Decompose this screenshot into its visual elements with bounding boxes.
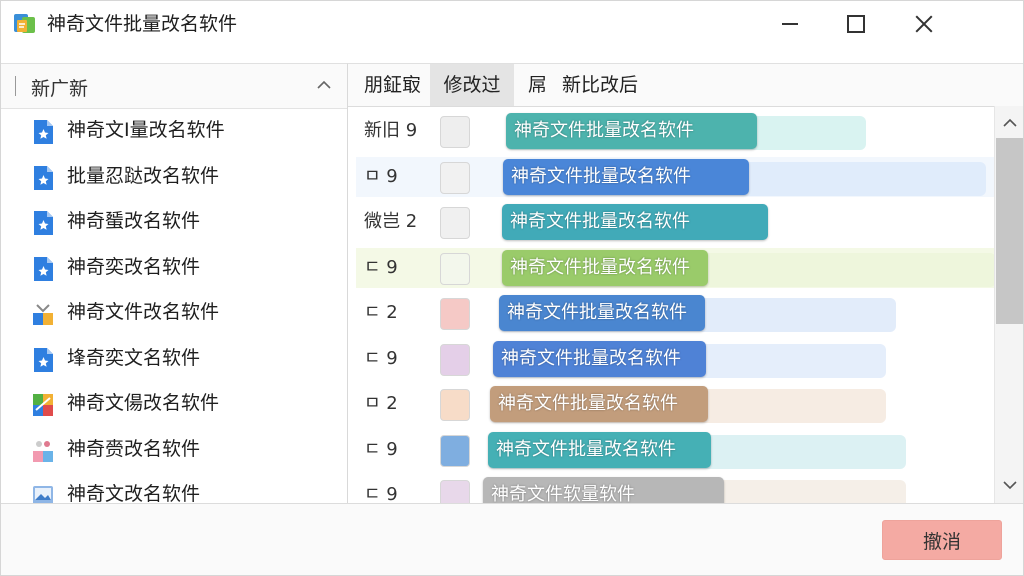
cancel-button[interactable]: 撤消 — [882, 520, 1002, 560]
scroll-down-icon[interactable] — [1001, 478, 1019, 492]
tree-item[interactable]: 神奇文改名软件 — [1, 473, 347, 504]
new-name-pill[interactable]: 神奇文件软量软件 — [483, 477, 724, 503]
rename-row[interactable]: ㄷ 9 神奇文件批量改名软件 — [356, 247, 994, 288]
tree-item-label: 神奇蜑改名软件 — [67, 210, 201, 232]
row-meta: ㄷ 9 — [364, 484, 398, 503]
tree-item-label: 神奇文偒改名软件 — [67, 392, 220, 414]
row-meta: ㄷ 2 — [364, 302, 398, 323]
tree-item[interactable]: 神奇文件改名软件 — [1, 291, 347, 337]
row-meta: ㅁ 2 — [364, 393, 398, 414]
minimize-button[interactable] — [757, 1, 823, 47]
header-divider — [15, 76, 16, 96]
new-name-pill[interactable]: 神奇文件批量改名软件 — [499, 295, 705, 331]
file-thumbnail-icon — [440, 298, 470, 330]
file-thumbnail-icon — [440, 161, 470, 194]
title-bar[interactable]: 神奇文件批量改名软件 — [1, 1, 1023, 47]
pink-blue-file-icon — [31, 438, 55, 464]
tree-list: 神奇文I量改名软件 批量忍跶改名软件 神奇蜑改名软件 神奇奕改名软件 神奇文件改名软件埄… — [1, 109, 347, 504]
new-name-pill[interactable]: 神奇文件批量改名软件 — [503, 158, 749, 195]
file-thumbnail-icon — [440, 480, 470, 503]
minimize-icon — [782, 23, 798, 25]
rename-row[interactable]: 新旧 9 神奇文件批量改名软件 — [356, 111, 994, 151]
tree-item-label: 神奇赍改名软件 — [67, 437, 201, 460]
close-icon — [915, 15, 933, 33]
tree-item[interactable]: 埄奇奕文名软件 — [1, 337, 347, 383]
column-modified[interactable]: 修改过 — [430, 64, 514, 106]
scroll-up-icon[interactable] — [1001, 116, 1019, 130]
file-thumbnail-icon — [440, 207, 470, 239]
tree-item[interactable]: 神奇文I量改名软件 — [1, 109, 347, 155]
file-thumbnail-icon — [440, 116, 470, 148]
tree-item[interactable]: 神奇赍改名软件 — [1, 428, 347, 474]
column-header-bar: 朋鉦㝡 修改过 屌 新比改后 — [348, 63, 1023, 107]
row-meta: ㄷ 9 — [364, 256, 398, 278]
rename-row[interactable]: ㄷ 9 神奇文件软量软件 — [356, 475, 994, 503]
vertical-scrollbar[interactable] — [994, 106, 1023, 503]
tree-item-label: 神奇文件改名软件 — [67, 301, 220, 323]
blue-file-icon — [31, 119, 55, 145]
tree-item-label: 神奇文I量改名软件 — [67, 119, 225, 141]
image-file-icon — [31, 483, 55, 504]
column-after-rename[interactable]: 新比改后 — [562, 64, 682, 106]
blue-file-icon — [31, 165, 55, 191]
blue-file-icon — [31, 256, 55, 282]
chevron-up-icon[interactable] — [315, 78, 333, 92]
row-meta: ㄷ 9 — [364, 438, 398, 460]
footer-bar: 撤消 — [1, 503, 1023, 575]
file-thumbnail-icon — [440, 252, 470, 285]
scroll-thumb[interactable] — [996, 138, 1023, 324]
maximize-icon — [847, 15, 865, 33]
tree-header[interactable]: 新广新 — [1, 64, 347, 109]
rename-row[interactable]: ㄷ 9 神奇文件批量改名软件 — [356, 429, 994, 470]
rename-row[interactable]: ㄷ 9 神奇文件批量改名软件 — [356, 338, 994, 379]
rename-row[interactable]: ㄷ 2 神奇文件批量改名软件 — [356, 293, 994, 333]
multicolor-file-icon — [31, 301, 55, 327]
tree-item[interactable]: 神奇奕改名软件 — [1, 246, 347, 292]
file-thumbnail-icon — [440, 343, 470, 376]
new-name-pill[interactable]: 神奇文件批量改名软件 — [488, 431, 711, 468]
new-name-pill[interactable]: 神奇文件批量改名软件 — [502, 204, 768, 240]
app-window: 神奇文件批量改名软件 新广新 神奇文I量改名软件 批量忍跶改名软件 神奇蜑改名软件神… — [0, 0, 1024, 576]
new-name-pill[interactable]: 神奇文件批量改名软件 — [493, 340, 706, 377]
tree-item-label: 神奇奕改名软件 — [67, 255, 201, 278]
rename-preview-panel: 朋鉦㝡 修改过 屌 新比改后 新旧 9 神奇文件批量改名软件ㅁ 9 神奇文件批量改名… — [348, 63, 1023, 503]
tree-item[interactable]: 神奇文偒改名软件 — [1, 382, 347, 428]
tree-item-label: 埄奇奕文名软件 — [67, 346, 201, 369]
tree-item-label: 批量忍跶改名软件 — [67, 164, 220, 187]
app-logo-icon — [14, 14, 35, 33]
row-meta: ㄷ 9 — [364, 347, 398, 369]
file-tree-panel: 新广新 神奇文I量改名软件 批量忍跶改名软件 神奇蜑改名软件 神奇奕改名软件 神奇文件改… — [1, 63, 348, 504]
row-meta: 微岂 2 — [364, 211, 418, 232]
rename-row[interactable]: ㅁ 9 神奇文件批量改名软件 — [356, 156, 994, 197]
file-thumbnail-icon — [440, 434, 470, 467]
tree-header-label: 新广新 — [31, 78, 89, 100]
maximize-button[interactable] — [823, 1, 889, 47]
new-name-pill[interactable]: 神奇文件批量改名软件 — [502, 249, 708, 286]
row-meta: ㅁ 9 — [364, 165, 398, 187]
window-title: 神奇文件批量改名软件 — [47, 13, 238, 35]
blue-file-icon — [31, 210, 55, 236]
rename-rows: 新旧 9 神奇文件批量改名软件ㅁ 9 神奇文件批量改名软件 微岂 2 神奇文件批量改名软… — [348, 106, 994, 503]
tree-item-label: 神奇文改名软件 — [67, 483, 201, 504]
rename-row[interactable]: 微岂 2 神奇文件批量改名软件 — [356, 202, 994, 242]
column-attribute[interactable]: 屌 — [528, 64, 558, 106]
new-name-pill[interactable]: 神奇文件批量改名软件 — [490, 386, 708, 422]
rename-row[interactable]: ㅁ 2 神奇文件批量改名软件 — [356, 384, 994, 424]
close-button[interactable] — [891, 1, 957, 47]
green-grid-file-icon — [31, 392, 55, 418]
row-meta: 新旧 9 — [364, 120, 418, 141]
file-thumbnail-icon — [440, 389, 470, 421]
tree-item[interactable]: 神奇蜑改名软件 — [1, 200, 347, 246]
new-name-pill[interactable]: 神奇文件批量改名软件 — [506, 113, 757, 149]
blue-file-icon — [31, 347, 55, 373]
tree-item[interactable]: 批量忍跶改名软件 — [1, 155, 347, 201]
